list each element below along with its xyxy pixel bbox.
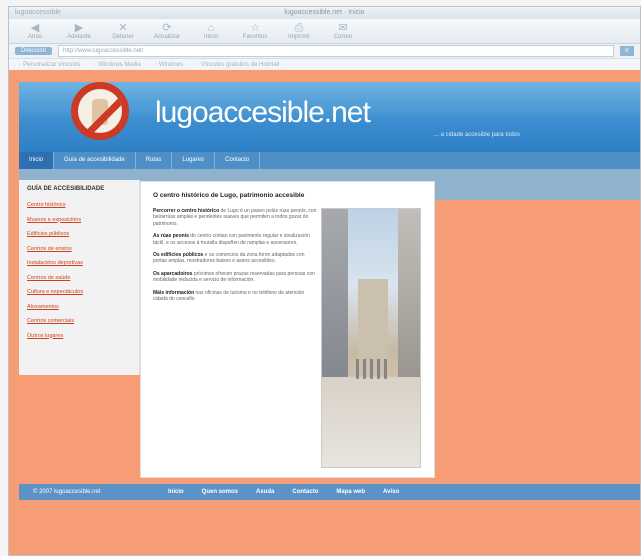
sidebar-link[interactable]: Instalacións deportivas bbox=[19, 256, 139, 271]
sidebar-link[interactable]: Museos e exposicións bbox=[19, 213, 139, 228]
site-tagline: ... a cidade accesible para todos bbox=[433, 132, 520, 138]
forward-icon: ▶ bbox=[74, 21, 84, 34]
stop-icon: ✕ bbox=[118, 21, 128, 34]
nav-places[interactable]: Lugares bbox=[172, 152, 216, 169]
address-label: Dirección bbox=[15, 47, 53, 55]
footer-link[interactable]: Inicio bbox=[168, 489, 184, 495]
back-icon: ◀ bbox=[30, 21, 40, 34]
nav-guide[interactable]: Guía de accesibilidade bbox=[54, 152, 136, 169]
nav-home[interactable]: Inicio bbox=[19, 152, 55, 169]
footer-link[interactable]: Quen somos bbox=[202, 489, 238, 495]
refresh-button[interactable]: ⟳ Actualizar bbox=[149, 21, 185, 40]
site-footer: © 2007 lugoaccesible.net Inicio Quen som… bbox=[19, 484, 640, 500]
print-button[interactable]: ⎙ Imprimir bbox=[281, 21, 317, 40]
go-button[interactable]: Ir bbox=[620, 46, 634, 56]
article-paragraph: Os edificios públicos e os comercios da … bbox=[153, 252, 305, 265]
back-button[interactable]: ◀ Atrás bbox=[17, 21, 53, 40]
title-bar: lugoaccessible lugoaccessible.net · Inic… bbox=[9, 7, 640, 19]
footer-link[interactable]: Aviso bbox=[383, 489, 399, 495]
sidebar-link[interactable]: Centro histórico bbox=[19, 198, 139, 213]
print-label: Imprimir bbox=[288, 33, 310, 40]
sidebar: GUÍA DE ACCESIBILIDADE Centro histórico … bbox=[19, 180, 140, 375]
mail-button[interactable]: ✉ Correo bbox=[325, 21, 361, 40]
footer-link[interactable]: Axuda bbox=[256, 489, 274, 495]
nav-contact[interactable]: Contacto bbox=[215, 152, 261, 169]
site-header: lugoaccesible.net ... a cidade accesible… bbox=[19, 82, 640, 152]
page-icon: ▫ bbox=[19, 62, 22, 68]
address-bar: Dirección http://www.lugoaccessible.net/… bbox=[9, 44, 640, 59]
browser-window: lugoaccessible lugoaccessible.net · Inic… bbox=[8, 6, 641, 556]
article-paragraph: Percorrer o centro histórico de Lugo é u… bbox=[153, 208, 317, 227]
footer-link[interactable]: Mapa web bbox=[336, 489, 365, 495]
bookmark-item[interactable]: ▫ Windows Media bbox=[94, 62, 141, 68]
sidebar-link[interactable]: Centros de saúde bbox=[19, 271, 139, 286]
article-paragraph: Máis información nas oficinas de turismo… bbox=[153, 289, 305, 303]
forward-button[interactable]: ▶ Adelante bbox=[61, 21, 97, 40]
copyright: © 2007 lugoaccesible.net bbox=[33, 489, 101, 495]
sidebar-link[interactable]: Aloxamentos bbox=[19, 300, 139, 315]
back-label: Atrás bbox=[27, 33, 42, 40]
window-label: lugoaccessible bbox=[15, 9, 61, 16]
site-name[interactable]: lugoaccesible.net bbox=[155, 96, 371, 130]
mail-icon: ✉ bbox=[338, 21, 348, 34]
sidebar-link[interactable]: Cultura e espectáculos bbox=[19, 285, 139, 300]
sidebar-link[interactable]: Edificios públicos bbox=[19, 227, 139, 242]
no-access-logo-icon bbox=[71, 82, 129, 140]
article-paragraph: Os aparcadoiros próximos ofrecen prazas … bbox=[153, 270, 315, 284]
sidebar-link[interactable]: Centros comerciais bbox=[19, 314, 139, 329]
window-title: lugoaccessible.net · Inicio bbox=[284, 9, 365, 16]
stop-button[interactable]: ✕ Detener bbox=[105, 21, 141, 40]
home-icon: ⌂ bbox=[207, 21, 215, 34]
favorites-label: Favoritos bbox=[242, 33, 268, 40]
browser-toolbar: ◀ Atrás ▶ Adelante ✕ Detener ⟳ Actualizar ⌂ I… bbox=[9, 19, 640, 44]
page-icon: ▫ bbox=[197, 62, 200, 68]
article-body: Percorrer o centro histórico de Lugo é u… bbox=[153, 208, 317, 308]
sidebar-link[interactable]: Centros de ensino bbox=[19, 242, 139, 257]
main-nav: Inicio Guía de accesibilidade Rutas Luga… bbox=[19, 152, 640, 169]
page-icon: ▫ bbox=[94, 62, 97, 68]
sidebar-title: GUÍA DE ACCESIBILIDADE bbox=[27, 186, 105, 192]
article-paragraph: As rúas peonís do centro contan con pavi… bbox=[153, 233, 310, 246]
home-label: Inicio bbox=[203, 33, 218, 40]
page-icon: ▫ bbox=[154, 62, 157, 68]
forward-label: Adelante bbox=[67, 33, 91, 40]
print-icon: ⎙ bbox=[294, 21, 304, 34]
star-icon: ☆ bbox=[250, 21, 260, 34]
favorites-button[interactable]: ☆ Favoritos bbox=[237, 21, 273, 40]
nav-routes[interactable]: Rutas bbox=[136, 152, 173, 169]
article: O centro histórico de Lugo, patrimonio a… bbox=[140, 181, 435, 478]
sidebar-link[interactable]: Outros lugares bbox=[19, 329, 139, 344]
address-input[interactable]: http://www.lugoaccessible.net/ bbox=[58, 45, 614, 57]
refresh-icon: ⟳ bbox=[162, 21, 172, 34]
bookmark-item[interactable]: ▫ Personalizar vínculos bbox=[19, 62, 80, 68]
article-title: O centro histórico de Lugo, patrimonio a… bbox=[153, 192, 305, 199]
stop-label: Detener bbox=[112, 33, 134, 40]
bookmark-item[interactable]: ▫ Windows bbox=[155, 62, 183, 68]
home-button[interactable]: ⌂ Inicio bbox=[193, 21, 229, 40]
web-page: lugoaccesible.net ... a cidade accesible… bbox=[9, 70, 640, 555]
street-photo bbox=[321, 208, 421, 468]
refresh-label: Actualizar bbox=[153, 33, 181, 40]
bookmark-item[interactable]: ▫ Vínculos gratuitos de Hotmail bbox=[197, 62, 279, 68]
footer-link[interactable]: Contacto bbox=[292, 489, 318, 495]
mail-label: Correo bbox=[333, 33, 353, 40]
